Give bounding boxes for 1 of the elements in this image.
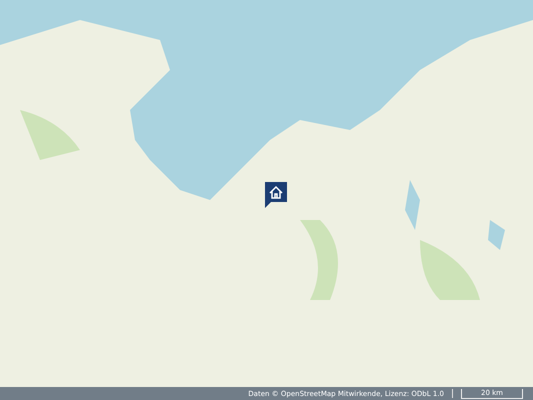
house-marker-icon[interactable] <box>265 182 287 208</box>
